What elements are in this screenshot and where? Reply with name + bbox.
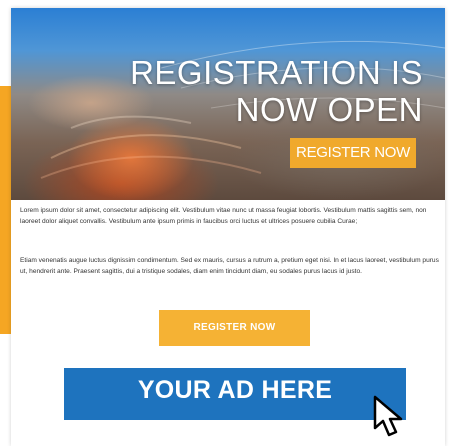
- hero-title-line2: NOW OPEN: [235, 91, 423, 128]
- ad-placeholder-banner[interactable]: YOUR AD HERE: [64, 368, 406, 420]
- hero-title-line1: REGISTRATION IS: [130, 54, 423, 91]
- orange-accent-bar: [0, 86, 11, 334]
- hero-title: REGISTRATION IS NOW OPEN: [130, 54, 423, 128]
- pointer-cursor-icon: [373, 395, 403, 437]
- hero-banner: REGISTRATION IS NOW OPEN REGISTER NOW: [11, 8, 445, 200]
- body-paragraph-1: Lorem ipsum dolor sit amet, consectetur …: [20, 207, 427, 225]
- register-now-button[interactable]: REGISTER NOW: [159, 310, 310, 346]
- body-paragraph-2: Etiam venenatis augue luctus dignissim c…: [20, 257, 439, 275]
- hero-register-button[interactable]: REGISTER NOW: [290, 138, 416, 168]
